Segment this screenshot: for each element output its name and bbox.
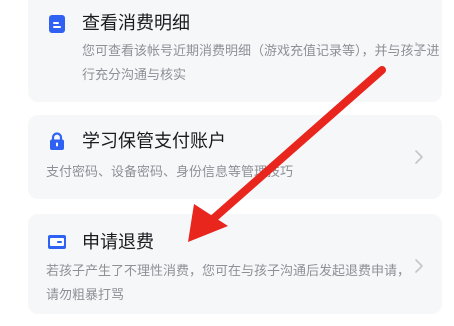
lock-icon: [48, 132, 66, 150]
card-description: 若孩子产生了不理性消费，您可在与孩子沟通后发起退费申请，请勿粗暴打骂: [46, 264, 411, 303]
card-description: 支付密码、设备密码、身份信息等管理技巧: [46, 165, 294, 180]
chevron-right-icon: [414, 258, 424, 274]
wallet-icon: [48, 233, 66, 251]
card-description: 您可查看该帐号近期消费明细（游戏充值记录等），并与孩子进行充分沟通与核实: [82, 44, 440, 83]
document-icon: [48, 15, 66, 33]
card-title: 学习保管支付账户: [82, 131, 226, 152]
chevron-right-icon: [414, 149, 424, 165]
secure-payment-account-card[interactable]: 学习保管支付账户 支付密码、设备密码、身份信息等管理技巧: [28, 115, 442, 199]
card-title: 查看消费明细: [82, 13, 190, 34]
chevron-right-icon: [414, 41, 424, 57]
view-spending-details-card[interactable]: 查看消费明细 您可查看该帐号近期消费明细（游戏充值记录等），并与孩子进行充分沟通…: [28, 0, 442, 102]
card-title: 申请退费: [82, 232, 154, 253]
request-refund-card[interactable]: 申请退费 若孩子产生了不理性消费，您可在与孩子沟通后发起退费申请，请勿粗暴打骂: [28, 214, 442, 314]
